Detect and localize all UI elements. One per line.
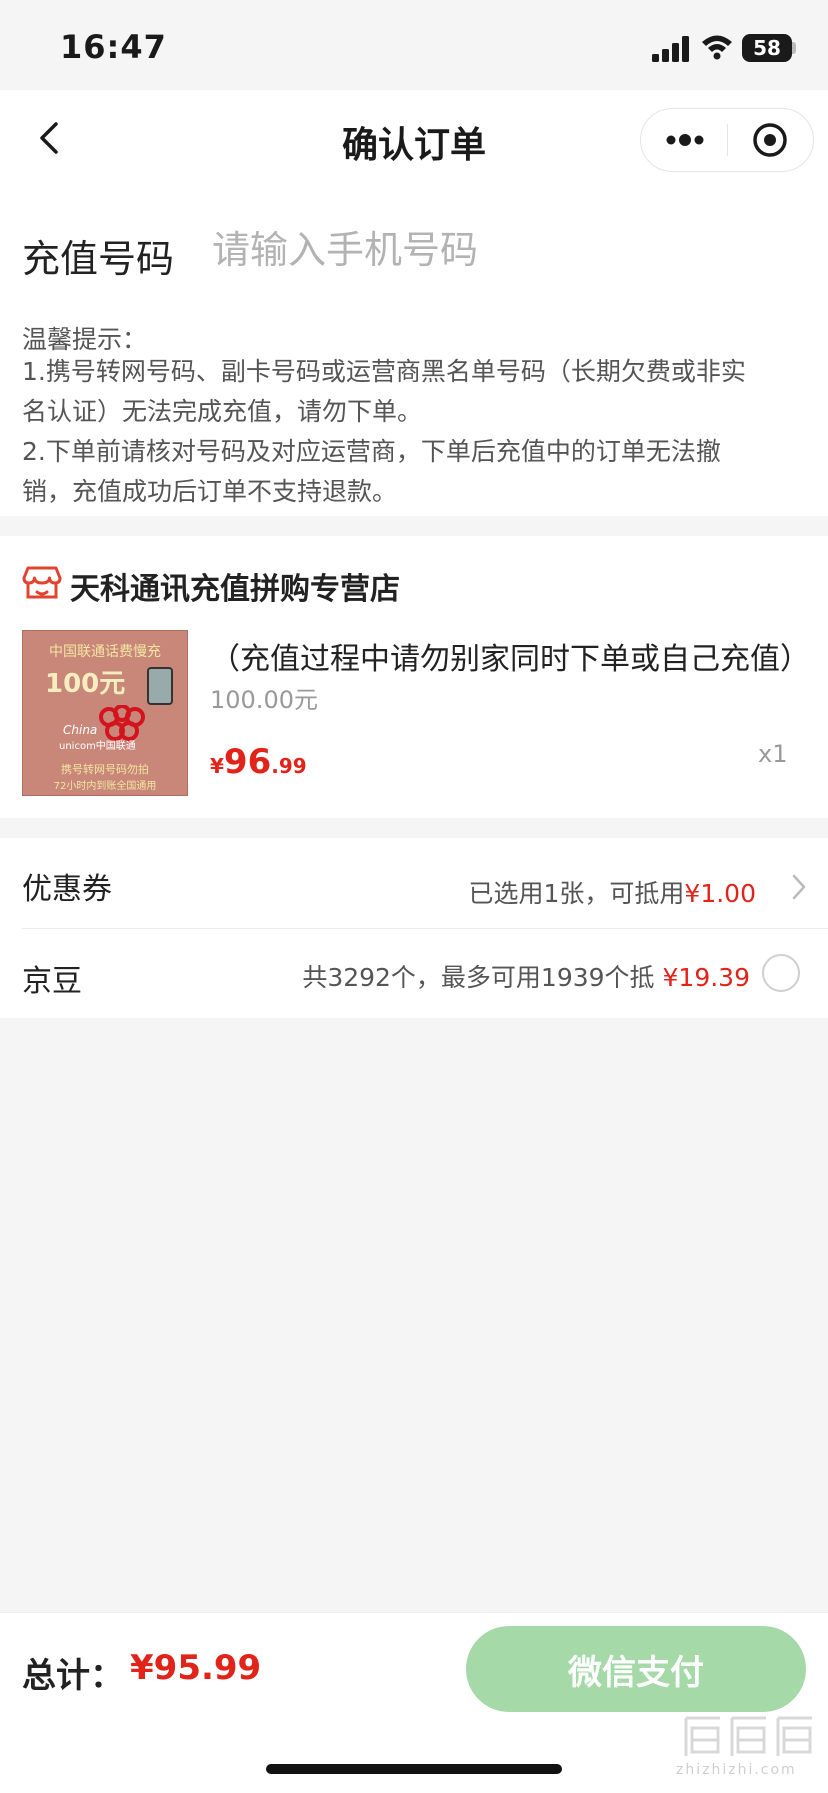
product-image-caption: 中国联通话费慢充 <box>49 644 161 660</box>
wifi-icon <box>702 35 732 60</box>
battery-indicator: 58 <box>742 34 792 62</box>
watermark-text: zhizhizhi.com <box>676 1762 797 1778</box>
store-icon <box>22 566 62 599</box>
beans-text: 共3292个，最多可用1939个抵 <box>302 963 663 992</box>
product-image[interactable]: 中国联通话费慢充 100元 China unicom中国联通 携号转网号码勿拍 … <box>22 630 188 796</box>
coupon-amount: ¥1.00 <box>684 879 756 908</box>
battery-tip <box>792 42 796 54</box>
product-image-note: 携号转网号码勿拍 <box>61 763 149 776</box>
price-integer: 96 <box>223 742 272 782</box>
status-time: 16:47 <box>60 28 167 66</box>
beans-amount: ¥19.39 <box>662 963 750 992</box>
product-title[interactable]: （充值过程中请勿别家同时下单或自己充值） <box>210 634 810 678</box>
jd-beans-label: 京豆 <box>22 964 82 999</box>
product-image-note: 72小时内到账全国通用 <box>53 781 157 792</box>
chevron-right-icon[interactable] <box>790 872 808 902</box>
total-amount: ¥95.99 <box>130 1648 262 1688</box>
coupon-text: 已选用1张，可抵用 <box>468 879 685 908</box>
tips-title: 温馨提示： <box>22 325 148 354</box>
jd-beans-value: 共3292个，最多可用1939个抵 ¥19.39 <box>302 958 750 994</box>
brand-text: China <box>63 723 98 737</box>
product-spec: 100.00元 <box>210 686 318 714</box>
brand-text: unicom中国联通 <box>59 741 136 752</box>
wechat-pay-button[interactable]: 微信支付 <box>466 1626 806 1712</box>
tip-line: 2.下单前请核对号码及对应运营商，下单后充值中的订单无法撤 <box>22 437 721 466</box>
phone-illustration <box>147 667 173 705</box>
close-mini-program-icon[interactable] <box>750 120 790 160</box>
cellular-signal-icon <box>652 36 689 62</box>
tip-line: 名认证）无法完成充值，请勿下单。 <box>22 397 423 426</box>
price-symbol: ¥ <box>210 754 224 778</box>
price-decimal: .99 <box>271 754 307 778</box>
capsule-divider <box>727 124 728 156</box>
coupon-value[interactable]: 已选用1张，可抵用¥1.00 <box>469 874 757 910</box>
tip-line: 1.携号转网号码、副卡号码或运营商黑名单号码（长期欠费或非实 <box>22 357 746 386</box>
product-quantity: x1 <box>758 740 788 768</box>
phone-number-input[interactable] <box>212 224 772 276</box>
coupon-label[interactable]: 优惠券 <box>22 864 112 908</box>
shop-name[interactable]: 天科通讯充值拼购专营店 <box>70 564 400 608</box>
phone-number-label: 充值号码 <box>22 237 175 281</box>
tip-line: 销，充值成功后订单不支持退款。 <box>22 477 398 506</box>
watermark-logo-icon <box>684 1716 812 1756</box>
divider <box>22 928 828 929</box>
product-image-amount: 100元 <box>45 669 126 699</box>
jd-beans-toggle[interactable] <box>762 954 800 992</box>
total-label: 总计： <box>22 1656 124 1696</box>
more-icon[interactable] <box>664 128 706 152</box>
home-indicator <box>266 1764 562 1774</box>
product-price: ¥96.99 <box>210 742 307 782</box>
